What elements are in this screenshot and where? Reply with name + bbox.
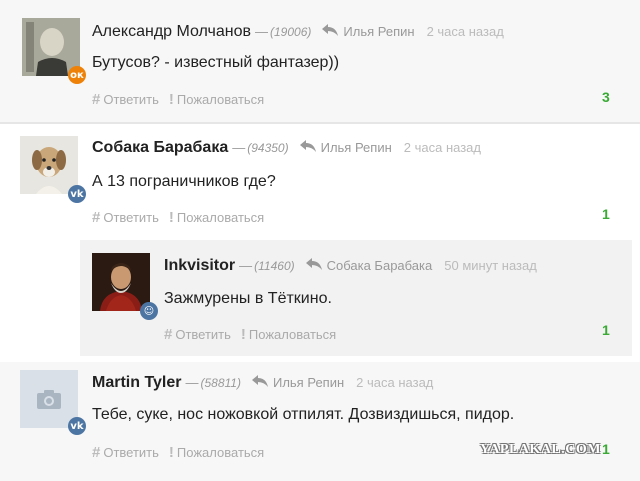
site-watermark: YAPLAKAL.COM	[480, 442, 601, 457]
dog-photo-icon	[20, 136, 78, 194]
hash-icon: #	[92, 209, 101, 226]
reply-to-name[interactable]: Илья Репин	[343, 24, 414, 39]
hash-icon: #	[92, 444, 101, 461]
report-button[interactable]: ! Пожаловаться	[241, 326, 336, 343]
reply-button[interactable]: # Ответить	[92, 209, 159, 226]
comment-actions: # Ответить ! Пожаловаться	[92, 444, 264, 461]
reply-to-name[interactable]: Илья Репин	[273, 375, 344, 390]
comment-score: 1	[602, 441, 610, 457]
comment-text: Тебе, суке, нос ножовкой отпилят. Дозвиз…	[92, 406, 515, 423]
odnoklassniki-badge-icon: ок	[68, 66, 86, 84]
reply-arrow-icon	[299, 140, 316, 152]
reply-label: Ответить	[103, 445, 159, 460]
hash-icon: #	[92, 91, 101, 108]
author-rating: (58811)	[200, 376, 241, 390]
reply-label: Ответить	[103, 92, 159, 107]
author-rating: (11460)	[254, 259, 295, 273]
exclamation-icon: !	[168, 444, 174, 461]
separator-dash: —	[232, 140, 246, 155]
vk-badge-icon: vk	[68, 185, 86, 203]
comment-text: А 13 пограничников где?	[92, 173, 276, 190]
reply-to-name[interactable]: Собака Барабака	[327, 258, 433, 273]
painting-portrait-icon	[92, 253, 150, 311]
reply-label: Ответить	[103, 210, 159, 225]
reply-button[interactable]: # Ответить	[92, 91, 159, 108]
report-button[interactable]: ! Пожаловаться	[169, 209, 264, 226]
comment-score: 1	[602, 322, 610, 338]
reply-arrow-icon	[322, 24, 339, 36]
avatar[interactable]	[20, 136, 78, 194]
comment-text: Зажмурены в Тёткино.	[164, 290, 332, 307]
report-label: Пожаловаться	[176, 445, 265, 460]
author-name[interactable]: Martin Tyler	[92, 374, 182, 392]
comment-score: 1	[602, 206, 610, 222]
separator-dash: —	[185, 375, 199, 390]
comment-actions: # Ответить ! Пожаловаться	[92, 209, 264, 226]
comment-actions: # Ответить ! Пожаловаться	[164, 326, 336, 343]
reply-label: Ответить	[175, 327, 231, 342]
reply-arrow-icon	[305, 258, 322, 270]
author-name[interactable]: Собака Барабака	[92, 139, 228, 157]
comment-header: Александр Молчанов — (19006) Илья Репин …	[92, 22, 504, 41]
comment-header: Собака Барабака — (94350) Илья Репин 2 ч…	[92, 138, 481, 157]
report-label: Пожаловаться	[176, 210, 265, 225]
report-label: Пожаловаться	[176, 92, 265, 107]
report-button[interactable]: ! Пожаловаться	[169, 444, 264, 461]
separator-dash: —	[255, 24, 269, 39]
comment-score: 3	[602, 89, 610, 105]
reply-button[interactable]: # Ответить	[92, 444, 159, 461]
smile-badge-icon: ☺	[140, 302, 158, 320]
comment-time[interactable]: 2 часа назад	[404, 140, 481, 155]
comment-time[interactable]: 2 часа назад	[356, 375, 433, 390]
reply-comment: ☺ Inkvisitor — (11460) Собака Барабака 5…	[80, 240, 632, 356]
comment: ок Александр Молчанов — (19006) Илья Реп…	[0, 0, 640, 122]
comment: vk Martin Tyler — (58811) Илья Репин 2 ч…	[0, 362, 640, 481]
exclamation-icon: !	[168, 209, 174, 226]
vk-badge-icon: vk	[68, 417, 86, 435]
comment-actions: # Ответить ! Пожаловаться	[92, 91, 264, 108]
reply-to-name[interactable]: Илья Репин	[321, 140, 392, 155]
comment-text: Бутусов? - известный фантазер))	[92, 54, 340, 71]
comment-header: Inkvisitor — (11460) Собака Барабака 50 …	[164, 256, 537, 275]
author-name[interactable]: Александр Молчанов	[92, 23, 251, 41]
avatar[interactable]	[92, 253, 150, 311]
author-rating: (94350)	[247, 141, 289, 155]
report-button[interactable]: ! Пожаловаться	[169, 91, 264, 108]
comment-header: Martin Tyler — (58811) Илья Репин 2 часа…	[92, 373, 433, 392]
comment-time[interactable]: 2 часа назад	[427, 24, 504, 39]
author-name[interactable]: Inkvisitor	[164, 257, 235, 275]
comment-time[interactable]: 50 минут назад	[444, 258, 537, 273]
exclamation-icon: !	[240, 326, 246, 343]
hash-icon: #	[164, 326, 173, 343]
exclamation-icon: !	[168, 91, 174, 108]
separator-dash: —	[239, 258, 253, 273]
report-label: Пожаловаться	[248, 327, 337, 342]
comment: vk Собака Барабака — (94350) Илья Репин …	[0, 124, 640, 236]
reply-button[interactable]: # Ответить	[164, 326, 231, 343]
reply-arrow-icon	[251, 375, 268, 387]
author-rating: (19006)	[270, 25, 312, 39]
